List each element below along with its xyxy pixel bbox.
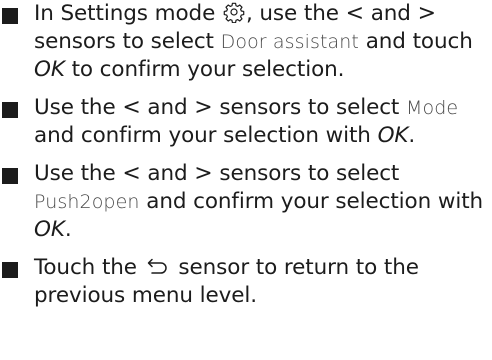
step-text: , use the	[245, 1, 339, 26]
square-bullet-icon	[2, 8, 18, 24]
menu-term: Push2open	[34, 191, 140, 213]
left-arrow-symbol: <	[122, 95, 141, 120]
step-text: and confirm your selection with	[146, 189, 484, 214]
step-text: Use the	[34, 95, 116, 120]
square-bullet-icon	[2, 168, 18, 184]
back-arrow-icon	[147, 258, 167, 274]
right-arrow-symbol: >	[194, 95, 213, 120]
gear-icon	[223, 2, 245, 23]
step-text: and confirm your selection with	[34, 123, 371, 148]
instruction-step-1: In Settings mode , use the < and > senso…	[0, 0, 492, 84]
instruction-step-4: Touch the sensor to return to the previo…	[0, 254, 492, 310]
step-text: to confirm your selection.	[71, 57, 345, 82]
step-text: and	[147, 161, 188, 186]
step-text: sensors to select	[34, 29, 214, 54]
step-text: .	[408, 123, 416, 148]
right-arrow-symbol: >	[194, 161, 213, 186]
menu-term: Mode	[406, 97, 459, 119]
instruction-step-3: Use the < and > sensors to select Push2o…	[0, 160, 492, 244]
ok-label: OK	[34, 217, 65, 242]
step-text: and	[370, 1, 411, 26]
step-text: sensors to select	[219, 95, 400, 120]
step-text: and touch	[365, 29, 473, 54]
ok-label: OK	[377, 123, 409, 148]
menu-term: Door assistant	[220, 31, 359, 53]
right-arrow-symbol: >	[417, 1, 436, 26]
step-text: Use the	[34, 161, 116, 186]
instruction-list: In Settings mode , use the < and > senso…	[0, 0, 492, 310]
left-arrow-symbol: <	[345, 1, 364, 26]
step-text: In Settings mode	[34, 1, 216, 26]
square-bullet-icon	[2, 102, 18, 118]
step-text: .	[64, 217, 72, 242]
square-bullet-icon	[2, 262, 18, 278]
step-text: and	[147, 95, 188, 120]
left-arrow-symbol: <	[122, 161, 141, 186]
ok-label: OK	[34, 57, 65, 82]
instruction-step-2: Use the < and > sensors to select Mode a…	[0, 94, 492, 150]
step-text: Touch the	[34, 255, 137, 280]
step-text: sensors to select	[219, 161, 400, 186]
